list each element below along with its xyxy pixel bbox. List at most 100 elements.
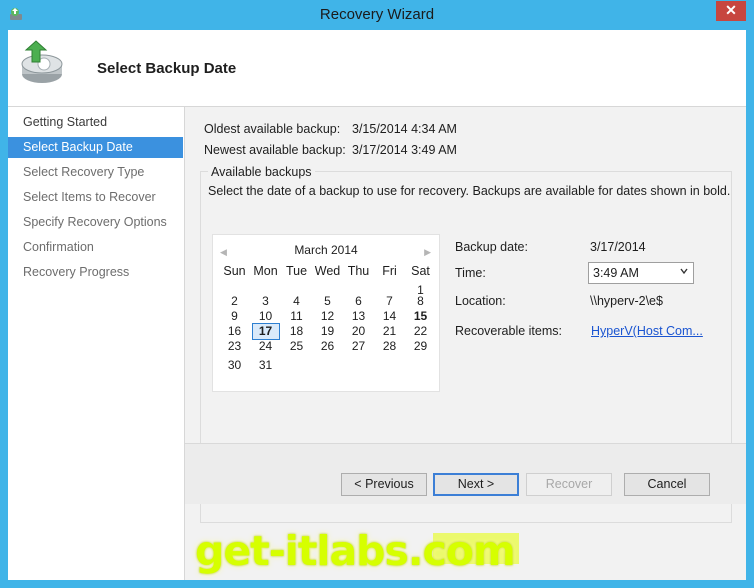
available-backups-title: Available backups [208, 165, 315, 179]
recover-button: Recover [526, 473, 612, 496]
calendar-weekday: Wed [314, 264, 341, 278]
page-title: Select Backup Date [97, 60, 237, 77]
calendar-day-number: 14 [382, 309, 397, 323]
calendar-day[interactable]: 27 [343, 339, 374, 354]
calendar-day-number: 8 [417, 294, 424, 308]
calendar-day-number: 19 [320, 324, 335, 338]
recoverable-items-link[interactable]: HyperV(Host Com... [591, 324, 703, 338]
previous-button[interactable]: < Previous [341, 473, 427, 496]
calendar-next-month-icon[interactable]: ▶ [424, 247, 431, 258]
calendar-day[interactable]: 28 [374, 339, 405, 354]
calendar-day[interactable]: 20 [343, 324, 374, 339]
calendar-day[interactable]: 19 [312, 324, 343, 339]
time-dropdown-value: 3:49 AM [593, 266, 639, 280]
wizard-header: Select Backup Date [8, 30, 746, 107]
oldest-backup-label: Oldest available backup: [204, 122, 341, 136]
calendar-day[interactable]: 31 [250, 358, 281, 373]
calendar-day-number: 13 [351, 309, 366, 323]
calendar-day-number: 18 [289, 324, 304, 338]
calendar-day[interactable]: 6 [343, 294, 374, 309]
calendar-day[interactable]: 24 [250, 339, 281, 354]
calendar-day[interactable]: 2 [219, 294, 250, 309]
calendar-day[interactable]: 5 [312, 294, 343, 309]
calendar-weekday: Mon [253, 264, 278, 278]
calendar-day-number: 25 [289, 339, 304, 353]
wizard-client-area: Select Backup Date Getting Started Selec… [8, 30, 746, 580]
calendar-week-row: 30 31 [219, 354, 436, 372]
calendar-weekday: Sat [411, 264, 430, 278]
location-value: \\hyperv-2\e$ [590, 294, 663, 308]
calendar-day[interactable]: 12 [312, 309, 343, 324]
calendar-day-number: 5 [324, 294, 331, 308]
calendar-day-number: 4 [293, 294, 300, 308]
calendar-day-number: 30 [227, 358, 242, 372]
nav-step-select-backup-date[interactable]: Select Backup Date [8, 137, 183, 158]
nav-step-recovery-progress: Recovery Progress [23, 265, 130, 279]
nav-step-select-recovery-type: Select Recovery Type [23, 165, 145, 179]
calendar-day[interactable]: 9 [219, 309, 250, 324]
calendar-day[interactable]: 4 [281, 294, 312, 309]
calendar-empty-cell [312, 279, 343, 294]
newest-backup-label: Newest available backup: [204, 143, 346, 157]
calendar-month-title[interactable]: March 2014 [213, 243, 439, 257]
calendar-day-number: 16 [227, 324, 242, 338]
calendar-empty-cell [250, 279, 281, 294]
time-dropdown[interactable]: 3:49 AM [588, 262, 694, 284]
calendar-empty-cell [312, 354, 343, 369]
calendar-day[interactable]: 21 [374, 324, 405, 339]
cancel-button[interactable]: Cancel [624, 473, 710, 496]
calendar-week-row: 1 [219, 279, 435, 297]
calendar-day-number: 2 [231, 294, 238, 308]
calendar-day-number: 10 [258, 309, 273, 323]
calendar-day[interactable]: 7 [374, 294, 405, 309]
calendar-day[interactable]: 30 [219, 358, 250, 373]
calendar-day[interactable]: 26 [312, 339, 343, 354]
calendar-day[interactable]: 18 [281, 324, 312, 339]
calendar-day-number: 12 [320, 309, 335, 323]
nav-step-confirmation: Confirmation [23, 240, 94, 254]
calendar-empty-cell [374, 279, 405, 294]
calendar-day[interactable]: 16 [219, 324, 250, 339]
calendar-day-number: 22 [413, 324, 428, 338]
backup-date-value: 3/17/2014 [590, 240, 646, 254]
calendar-day[interactable]: 25 [281, 339, 312, 354]
calendar-day-number: 17 [258, 324, 273, 338]
calendar-day[interactable]: 10 [250, 309, 281, 324]
calendar-day[interactable]: 11 [281, 309, 312, 324]
location-label: Location: [455, 294, 506, 308]
calendar-day-number: 29 [413, 339, 428, 353]
calendar-day-selected[interactable]: 17 [250, 323, 281, 340]
calendar-day[interactable]: 8 [405, 294, 436, 309]
calendar-day-number: 31 [258, 358, 273, 372]
calendar-day[interactable]: 13 [343, 309, 374, 324]
nav-step-getting-started[interactable]: Getting Started [8, 112, 183, 133]
title-bar[interactable]: Recovery Wizard ✕ [0, 0, 754, 30]
calendar-day[interactable]: 14 [374, 309, 405, 324]
calendar-empty-cell [219, 279, 250, 294]
recovery-wizard-window: Recovery Wizard ✕ Select Backup Date Get… [0, 0, 754, 588]
calendar-week-row: 16 17 18 19 20 21 22 [219, 323, 436, 340]
time-label: Time: [455, 266, 486, 280]
calendar-empty-cell [343, 279, 374, 294]
calendar-day[interactable]: 22 [405, 324, 436, 339]
available-backups-description: Select the date of a backup to use for r… [208, 184, 731, 198]
calendar-day[interactable]: 29 [405, 339, 436, 354]
calendar-empty-cell [405, 354, 436, 369]
nav-step-select-items: Select Items to Recover [23, 190, 156, 204]
watermark-text: get-itlabs.com [195, 527, 516, 575]
next-button[interactable]: Next > [433, 473, 519, 496]
calendar-day-number: 3 [262, 294, 269, 308]
calendar-day[interactable]: 15 [405, 309, 436, 324]
chevron-down-icon [680, 268, 688, 275]
close-button[interactable]: ✕ [716, 1, 746, 21]
calendar-weekday: Thu [347, 264, 370, 278]
calendar-day[interactable]: 3 [250, 294, 281, 309]
calendar-day-number: 6 [355, 294, 362, 308]
calendar-week-row: 2 3 4 5 6 7 8 [219, 294, 435, 309]
backup-restore-icon [21, 40, 63, 83]
calendar-week-row: 9 10 11 12 13 14 15 [219, 309, 435, 324]
calendar-day[interactable]: 23 [219, 339, 250, 354]
calendar-day-number: 11 [290, 309, 303, 323]
backup-calendar[interactable]: ◀ March 2014 ▶ Sun Mon Tue Wed Thu Fri Sat 1 2 3 4… [212, 234, 440, 392]
calendar-day-number: 21 [382, 324, 397, 338]
